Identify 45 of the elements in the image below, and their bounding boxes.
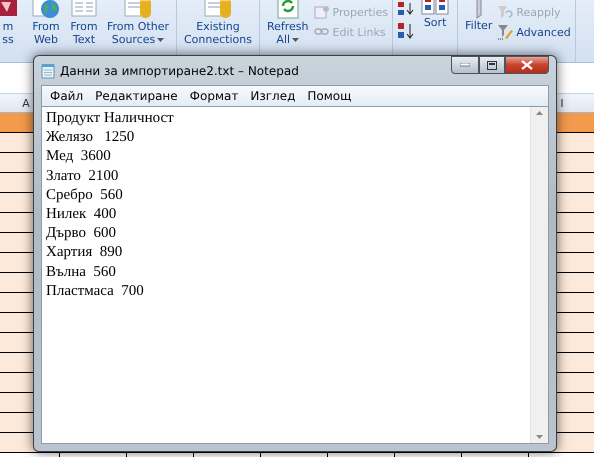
column-header[interactable]: I	[560, 96, 564, 110]
ribbon-button[interactable]: Existing Connections	[180, 0, 255, 46]
globe-icon	[31, 0, 61, 20]
close-button[interactable]	[505, 56, 549, 74]
ribbon-button[interactable]: From Text	[66, 0, 102, 46]
minimize-button[interactable]	[451, 56, 479, 74]
notepad-icon	[41, 62, 55, 78]
window-title: Данни за импортиране2.txt – Notepad	[60, 64, 300, 78]
menu-item[interactable]: Формат	[184, 89, 244, 103]
ribbon-button[interactable]: From Web	[28, 0, 64, 46]
scroll-down-icon[interactable]	[536, 435, 543, 439]
reapply-icon	[497, 4, 514, 20]
text-line: Пластмаса 700	[46, 282, 145, 301]
text-line: Сребро 560	[46, 186, 124, 205]
ribbon-button[interactable]: m ss	[0, 0, 26, 46]
ribbon-button[interactable]: From Other Sources	[104, 0, 172, 46]
ribbon-button[interactable]: Sort	[417, 0, 454, 29]
sort-descending-icon[interactable]	[397, 2, 416, 16]
ribbon-button[interactable]: Refresh All	[264, 0, 312, 46]
text-line: Дърво 600	[46, 224, 117, 244]
text-line: Мед 3600	[46, 147, 112, 166]
text-line: Продукт Наличност	[46, 109, 175, 128]
text-line: Хартия 890	[46, 243, 124, 262]
text-line: Желязо 1250	[46, 128, 136, 148]
maximize-icon	[487, 60, 497, 70]
menu-item[interactable]: Помощ	[301, 89, 358, 103]
menu-item[interactable]: Изглед	[244, 89, 302, 103]
database-icon	[122, 0, 153, 20]
advanced-filter-icon	[497, 24, 514, 40]
text-line: Нилек 400	[46, 205, 118, 224]
column-header[interactable]: A	[22, 96, 30, 110]
scrollbar[interactable]	[530, 107, 548, 443]
database-icon	[202, 0, 233, 20]
sort-ascending-icon[interactable]	[397, 22, 416, 40]
text-line: Вълна 560	[46, 262, 117, 282]
menu-item[interactable]: Редактиране	[89, 89, 184, 103]
close-icon	[521, 60, 533, 70]
ribbon-button[interactable]: Filter	[462, 0, 496, 32]
menu-item[interactable]: Файл	[44, 89, 90, 103]
scroll-up-icon[interactable]	[536, 111, 543, 115]
properties-icon	[314, 4, 330, 20]
ribbon-button[interactable]: Advanced	[497, 24, 571, 40]
text-line: Злато 2100	[46, 166, 120, 186]
text-area[interactable]: Продукт Наличност Желязо 1250 Мед 3600 Злато 2100 Сребро 560 Нилек 400 Дърво 600 Хартия 890 Вълна 560 Пластмаса 700	[41, 106, 549, 444]
maximize-button[interactable]	[479, 56, 505, 74]
